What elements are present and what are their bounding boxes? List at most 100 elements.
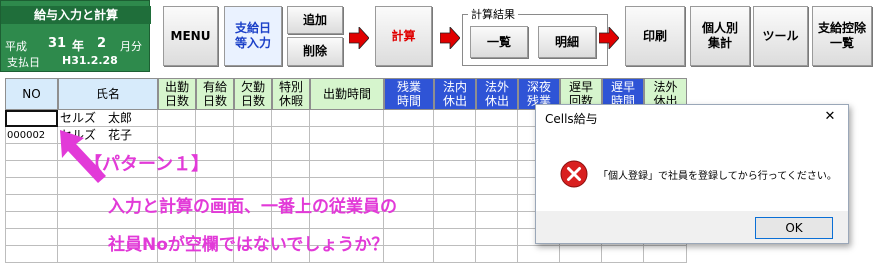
era-label: 平成 <box>5 40 27 53</box>
individual-summary-button[interactable]: 個人別 集計 <box>690 6 750 66</box>
dialog-body: 「個人登録」で社員を登録してから行ってください。 <box>536 129 848 211</box>
grid-cell[interactable] <box>602 246 644 263</box>
grid-cell[interactable] <box>5 161 58 178</box>
grid-cell[interactable] <box>310 144 384 161</box>
column-header: 出勤 日数 <box>158 78 196 110</box>
dialog-close-icon[interactable]: ✕ <box>820 108 840 126</box>
grid-cell[interactable] <box>476 161 518 178</box>
grid-cell[interactable] <box>272 110 310 127</box>
grid-cell[interactable] <box>476 110 518 127</box>
grid-cell[interactable] <box>158 127 196 144</box>
grid-cell[interactable] <box>476 229 518 246</box>
individual-label-2: 集計 <box>707 36 732 50</box>
menu-button[interactable]: MENU <box>163 6 218 66</box>
grid-cell[interactable] <box>234 110 272 127</box>
employee-no-cell[interactable] <box>5 110 58 127</box>
arrow-right-icon <box>440 27 460 49</box>
grid-cell[interactable] <box>476 246 518 263</box>
screen-title: 給与入力と計算 <box>1 6 151 24</box>
grid-cell[interactable] <box>272 127 310 144</box>
paydate-value[interactable]: H31.2.28 <box>62 54 118 67</box>
annotation-line-2: 社員Noが空欄ではないでしょうか？ <box>108 235 389 255</box>
grid-cell[interactable] <box>434 195 476 212</box>
grid-cell[interactable] <box>196 127 234 144</box>
grid-cell[interactable] <box>234 161 272 178</box>
grid-cell[interactable] <box>384 161 434 178</box>
grid-cell[interactable] <box>518 246 560 263</box>
grid-cell[interactable] <box>434 110 476 127</box>
month-unit: 月分 <box>120 40 142 53</box>
column-header-label: NO <box>22 87 41 101</box>
grid-cell[interactable] <box>5 212 58 229</box>
calc-button[interactable]: 計算 <box>375 6 432 66</box>
ok-button[interactable]: OK <box>755 217 833 239</box>
column-header-label: 遅早 <box>610 80 635 94</box>
grid-cell[interactable] <box>384 229 434 246</box>
deduction-label-1: 支給控除 <box>817 21 866 35</box>
title-panel: 給与入力と計算 平成 31 年 2 月分 支払日 H31.2.28 <box>0 0 151 72</box>
column-header: NO <box>5 78 58 110</box>
grid-cell[interactable] <box>5 229 58 246</box>
deduction-list-button[interactable]: 支給控除 一覧 <box>812 6 872 66</box>
grid-cell[interactable] <box>476 127 518 144</box>
pay-input-label-2: 等入力 <box>234 36 271 50</box>
column-header-label: 法外 <box>484 80 509 94</box>
tools-button[interactable]: ツール <box>753 6 808 66</box>
grid-cell[interactable] <box>158 110 196 127</box>
grid-cell[interactable] <box>384 110 434 127</box>
individual-label-1: 個人別 <box>701 21 738 35</box>
grid-cell[interactable] <box>5 246 58 263</box>
grid-cell[interactable] <box>196 110 234 127</box>
grid-cell[interactable] <box>310 127 384 144</box>
grid-cell[interactable] <box>434 246 476 263</box>
grid-cell[interactable] <box>476 144 518 161</box>
month-value[interactable]: 2 <box>97 36 106 51</box>
grid-cell[interactable] <box>310 110 384 127</box>
column-header-label: 休出 <box>484 94 509 108</box>
grid-cell[interactable] <box>434 127 476 144</box>
grid-cell[interactable] <box>644 246 687 263</box>
year-value[interactable]: 31 <box>48 36 66 51</box>
grid-cell[interactable] <box>476 212 518 229</box>
grid-cell[interactable] <box>5 195 58 212</box>
column-header-label: 日数 <box>202 94 227 108</box>
grid-cell[interactable] <box>434 178 476 195</box>
grid-cell[interactable] <box>476 178 518 195</box>
add-button[interactable]: 追加 <box>287 6 343 34</box>
column-header-label: 深夜 <box>526 80 551 94</box>
pay-input-button[interactable]: 支給日 等入力 <box>224 6 282 66</box>
column-header-label: 日数 <box>240 94 265 108</box>
column-header-label: 時間 <box>396 94 421 108</box>
grid-cell[interactable] <box>434 212 476 229</box>
employee-no-cell[interactable]: 000002 <box>5 127 58 144</box>
dialog-message: 「個人登録」で社員を登録してから行ってください。 <box>598 171 837 182</box>
print-button[interactable]: 印刷 <box>625 6 685 66</box>
annotation-line-1: 入力と計算の画面、一番上の従業員の <box>108 197 397 217</box>
column-header: 有給 日数 <box>196 78 234 110</box>
results-detail-button[interactable]: 明細 <box>538 26 596 58</box>
column-header: 法外 休出 <box>476 78 518 110</box>
delete-button[interactable]: 削除 <box>287 37 343 66</box>
grid-cell[interactable] <box>560 246 602 263</box>
grid-cell[interactable] <box>5 178 58 195</box>
grid-cell[interactable] <box>5 144 58 161</box>
column-header-label: 残業 <box>396 80 421 94</box>
grid-cell[interactable] <box>234 144 272 161</box>
paydate-label: 支払日 <box>7 56 40 69</box>
grid-cell[interactable] <box>434 161 476 178</box>
grid-cell[interactable] <box>434 229 476 246</box>
pay-input-label-1: 支給日 <box>234 21 271 35</box>
grid-cell[interactable] <box>384 144 434 161</box>
column-header-label: 法内 <box>442 80 467 94</box>
grid-cell[interactable] <box>272 161 310 178</box>
grid-cell[interactable] <box>476 195 518 212</box>
grid-cell[interactable] <box>272 144 310 161</box>
grid-cell[interactable] <box>434 144 476 161</box>
grid-cell[interactable] <box>310 161 384 178</box>
grid-cell[interactable] <box>384 127 434 144</box>
results-list-button[interactable]: 一覧 <box>470 26 528 58</box>
grid-cell[interactable] <box>384 246 434 263</box>
column-header: 欠勤 日数 <box>234 78 272 110</box>
employee-name-cell[interactable]: セルズ 太郎 <box>58 110 158 127</box>
grid-cell[interactable] <box>234 127 272 144</box>
